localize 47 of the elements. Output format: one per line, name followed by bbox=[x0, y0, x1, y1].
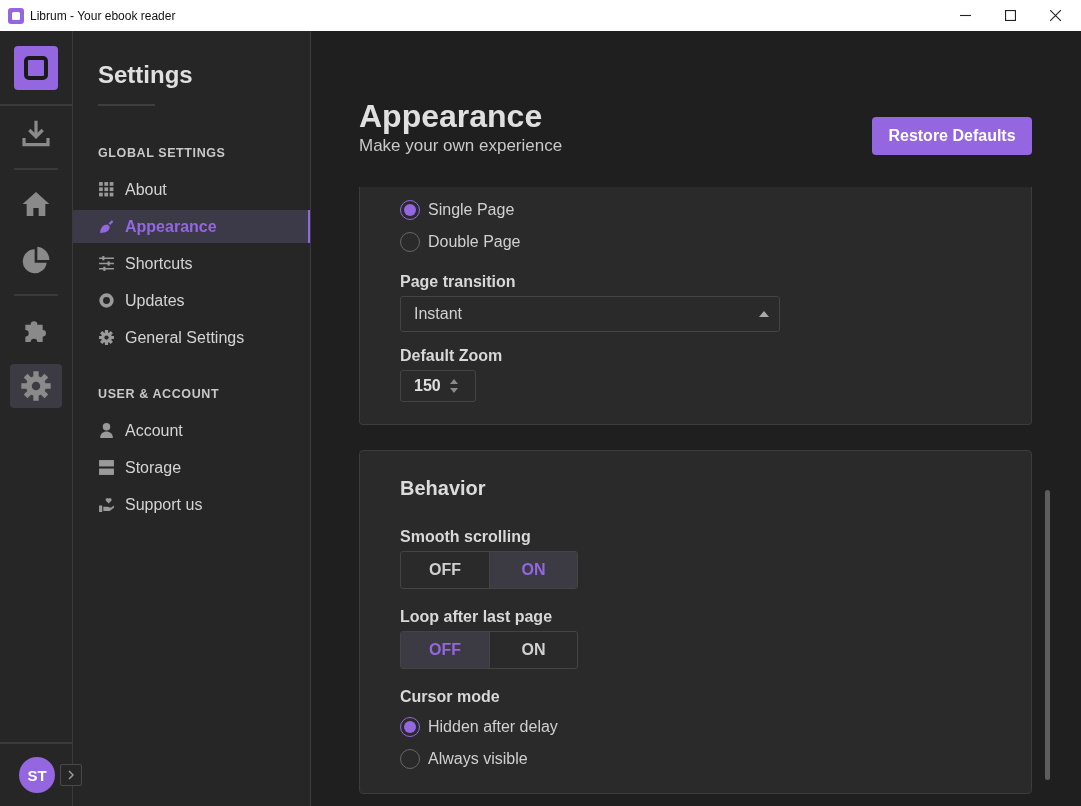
user-avatar[interactable]: ST bbox=[19, 757, 55, 793]
radio-option[interactable]: Double Page bbox=[400, 226, 521, 258]
maximize-icon[interactable] bbox=[1005, 10, 1016, 21]
close-icon[interactable] bbox=[1050, 10, 1061, 21]
sidebar-item[interactable]: Shortcuts bbox=[73, 247, 310, 280]
scroll-bar[interactable] bbox=[1045, 490, 1050, 780]
radio-option[interactable]: Single Page bbox=[400, 194, 515, 226]
app-icon bbox=[8, 7, 24, 24]
ring-icon bbox=[98, 292, 115, 309]
radio-option[interactable]: Hidden after delay bbox=[400, 711, 558, 743]
sidebar-item[interactable]: About bbox=[73, 173, 310, 206]
person-icon bbox=[98, 422, 115, 439]
sidebar-item[interactable]: Account bbox=[73, 414, 310, 447]
page-title: Appearance bbox=[359, 97, 544, 135]
setting-label: Cursor mode bbox=[400, 687, 500, 707]
spin-box[interactable]: 150 bbox=[400, 370, 476, 402]
toggle-option[interactable]: ON bbox=[489, 632, 577, 668]
section-heading: USER & ACCOUNT bbox=[98, 386, 221, 402]
caret-up-icon bbox=[759, 311, 769, 317]
hand-heart-icon bbox=[98, 496, 115, 513]
sliders-icon bbox=[98, 255, 115, 272]
page-subtitle: Make your own experience bbox=[359, 135, 563, 157]
sidebar-title: Settings bbox=[98, 60, 194, 90]
chevron-right-icon bbox=[66, 770, 76, 780]
dropdown[interactable]: Instant bbox=[400, 296, 780, 332]
setting-label: Loop after last page bbox=[400, 607, 553, 627]
expand-button[interactable] bbox=[60, 764, 82, 786]
setting-label: Page transition bbox=[400, 272, 516, 292]
sidebar-item[interactable]: Support us bbox=[73, 488, 310, 521]
restore-defaults-button[interactable]: Restore Defaults bbox=[872, 117, 1032, 155]
stepper-arrows-icon[interactable] bbox=[448, 378, 459, 394]
window-title: Librum - Your ebook reader bbox=[30, 8, 176, 23]
setting-label: Smooth scrolling bbox=[400, 527, 531, 547]
sidebar-item[interactable]: Updates bbox=[73, 284, 310, 317]
server-icon bbox=[98, 459, 115, 476]
radio-option[interactable]: Always visible bbox=[400, 743, 528, 775]
toggle-option[interactable]: OFF bbox=[401, 552, 489, 588]
sidebar-item[interactable]: General Settings bbox=[73, 321, 310, 354]
app-logo[interactable] bbox=[14, 45, 58, 90]
brush-icon bbox=[98, 218, 115, 235]
gear-icon bbox=[98, 329, 115, 346]
setting-label: Default Zoom bbox=[400, 346, 503, 366]
sidebar-item[interactable]: Storage bbox=[73, 451, 310, 484]
settings-icon[interactable] bbox=[10, 364, 62, 408]
grid-icon bbox=[98, 181, 115, 198]
card-title: Behavior bbox=[400, 476, 487, 501]
section-heading: GLOBAL SETTINGS bbox=[98, 145, 227, 161]
